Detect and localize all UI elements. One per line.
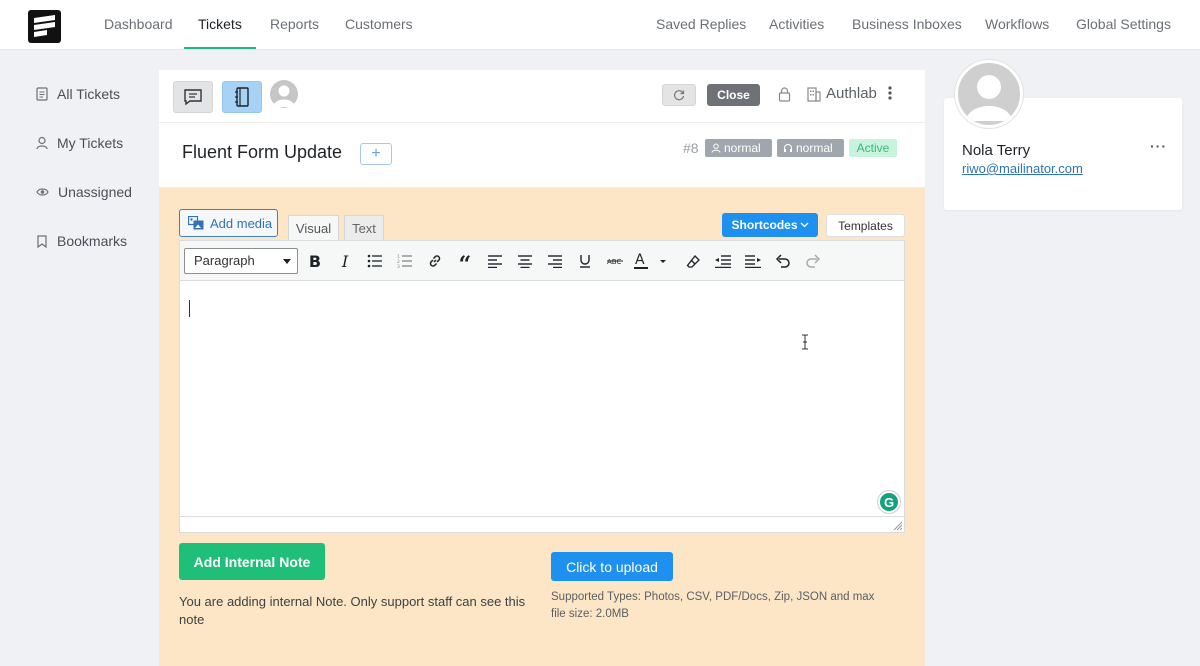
sidebar-item-label: Bookmarks xyxy=(57,233,128,249)
agent-avatar[interactable] xyxy=(270,80,298,108)
underline-icon[interactable] xyxy=(573,249,597,273)
user-icon xyxy=(711,143,721,153)
align-center-icon[interactable] xyxy=(513,249,537,273)
nav-activities[interactable]: Activities xyxy=(769,0,824,50)
bullet-list-icon[interactable] xyxy=(363,249,387,273)
notes-view-button[interactable] xyxy=(222,81,262,113)
text-color-icon[interactable]: A xyxy=(633,249,669,273)
headset-icon xyxy=(784,144,792,152)
user-icon xyxy=(36,136,48,150)
bold-icon[interactable]: B xyxy=(303,249,327,273)
refresh-button[interactable] xyxy=(662,84,696,106)
bookmark-icon xyxy=(37,234,47,248)
priority-badge: normal xyxy=(705,139,772,157)
templates-button[interactable]: Templates xyxy=(826,214,905,237)
nav-customers[interactable]: Customers xyxy=(345,0,413,50)
undo-icon[interactable] xyxy=(771,249,795,273)
nav-global-settings[interactable]: Global Settings xyxy=(1076,0,1171,50)
app-logo[interactable] xyxy=(28,10,61,43)
refresh-icon xyxy=(673,90,685,101)
editor-statusbar xyxy=(180,516,904,532)
sidebar-item-unassigned[interactable]: Unassigned xyxy=(36,182,132,202)
align-left-icon[interactable] xyxy=(483,249,507,273)
svg-text:3: 3 xyxy=(397,264,400,268)
nav-business-inboxes[interactable]: Business Inboxes xyxy=(852,0,962,50)
ticket-panel: Close Authlab Fluent Form Update + #8 no… xyxy=(159,70,925,666)
building-icon xyxy=(807,87,821,102)
add-media-button[interactable]: Add media xyxy=(179,209,278,237)
align-right-icon[interactable] xyxy=(543,249,567,273)
shortcodes-label: Shortcodes xyxy=(731,218,798,232)
strikethrough-icon[interactable]: ABC xyxy=(603,249,627,273)
internal-note-hint: You are adding internal Note. Only suppo… xyxy=(179,594,526,627)
tab-visual[interactable]: Visual xyxy=(288,215,339,240)
status-badge: Active xyxy=(849,139,897,157)
close-ticket-button[interactable]: Close xyxy=(707,84,760,106)
add-tag-button[interactable]: + xyxy=(360,143,392,165)
chat-icon xyxy=(184,89,202,106)
top-navigation: Dashboard Tickets Reports Customers Save… xyxy=(0,0,1200,50)
nav-saved-replies[interactable]: Saved Replies xyxy=(656,0,746,50)
upload-hint: Supported Types: Photos, CSV, PDF/Docs, … xyxy=(551,591,875,620)
editor-toolbar: Paragraph B I 123 “ ABC A xyxy=(180,241,904,281)
grammarly-icon[interactable]: G xyxy=(878,491,900,513)
upload-button[interactable]: Click to upload xyxy=(551,552,673,581)
sidebar-item-bookmarks[interactable]: Bookmarks xyxy=(36,231,127,251)
add-media-label: Add media xyxy=(210,215,273,231)
company-name[interactable]: Authlab xyxy=(826,85,877,102)
rich-text-editor: Paragraph B I 123 “ ABC A G xyxy=(179,240,905,533)
ibeam-cursor-icon xyxy=(802,334,808,350)
svg-text:ABC: ABC xyxy=(607,258,621,266)
chevron-down-icon xyxy=(800,222,808,228)
format-select-value: Paragraph xyxy=(194,253,255,268)
conversation-view-button[interactable] xyxy=(173,81,213,113)
nav-workflows[interactable]: Workflows xyxy=(985,0,1049,50)
clear-formatting-icon[interactable] xyxy=(681,249,705,273)
eye-icon xyxy=(36,188,49,196)
outdent-icon[interactable] xyxy=(711,249,735,273)
priority-label: normal xyxy=(724,141,761,155)
agent-priority-label: normal xyxy=(796,141,833,155)
ticket-title: Fluent Form Update xyxy=(182,142,343,162)
sidebar-item-my-tickets[interactable]: My Tickets xyxy=(36,133,123,153)
sidebar-item-label: All Tickets xyxy=(57,86,121,102)
text-cursor xyxy=(189,300,190,317)
nav-tickets[interactable]: Tickets xyxy=(198,0,242,50)
blockquote-icon[interactable]: “ xyxy=(453,249,477,277)
customer-name: Nola Terry xyxy=(962,142,1031,159)
indent-icon[interactable] xyxy=(741,249,765,273)
notebook-icon xyxy=(235,87,249,107)
customer-more-icon[interactable]: ··· xyxy=(1150,138,1167,154)
nav-reports[interactable]: Reports xyxy=(270,0,319,50)
add-internal-note-button[interactable]: Add Internal Note xyxy=(179,543,325,580)
svg-text:A: A xyxy=(635,252,645,268)
shortcodes-dropdown[interactable]: Shortcodes xyxy=(722,213,818,237)
active-tab-indicator xyxy=(184,47,256,49)
header-divider xyxy=(159,122,925,123)
more-options-icon[interactable] xyxy=(888,85,892,101)
customer-email-link[interactable]: riwo@mailinator.com xyxy=(962,161,1083,176)
editor-content-area[interactable]: G xyxy=(180,282,904,516)
italic-icon[interactable]: I xyxy=(333,249,357,273)
media-icon xyxy=(188,216,204,230)
caret-down-icon xyxy=(283,259,291,264)
nav-dashboard[interactable]: Dashboard xyxy=(104,0,173,50)
resize-handle-icon[interactable] xyxy=(893,521,902,530)
sidebar-item-all-tickets[interactable]: All Tickets xyxy=(36,84,120,104)
format-select[interactable]: Paragraph xyxy=(184,248,298,274)
sidebar-item-label: Unassigned xyxy=(58,184,132,200)
sidebar-item-label: My Tickets xyxy=(57,135,124,151)
agent-priority-badge: normal xyxy=(777,139,844,157)
document-icon xyxy=(36,87,48,101)
redo-icon[interactable] xyxy=(801,249,825,273)
ticket-id: #8 xyxy=(683,140,699,156)
link-icon[interactable] xyxy=(423,249,447,273)
ticket-header: Close Authlab Fluent Form Update + #8 no… xyxy=(159,70,925,188)
tab-text[interactable]: Text xyxy=(344,215,384,240)
lock-icon[interactable] xyxy=(778,87,791,102)
numbered-list-icon[interactable]: 123 xyxy=(393,249,417,273)
customer-avatar xyxy=(955,60,1023,128)
